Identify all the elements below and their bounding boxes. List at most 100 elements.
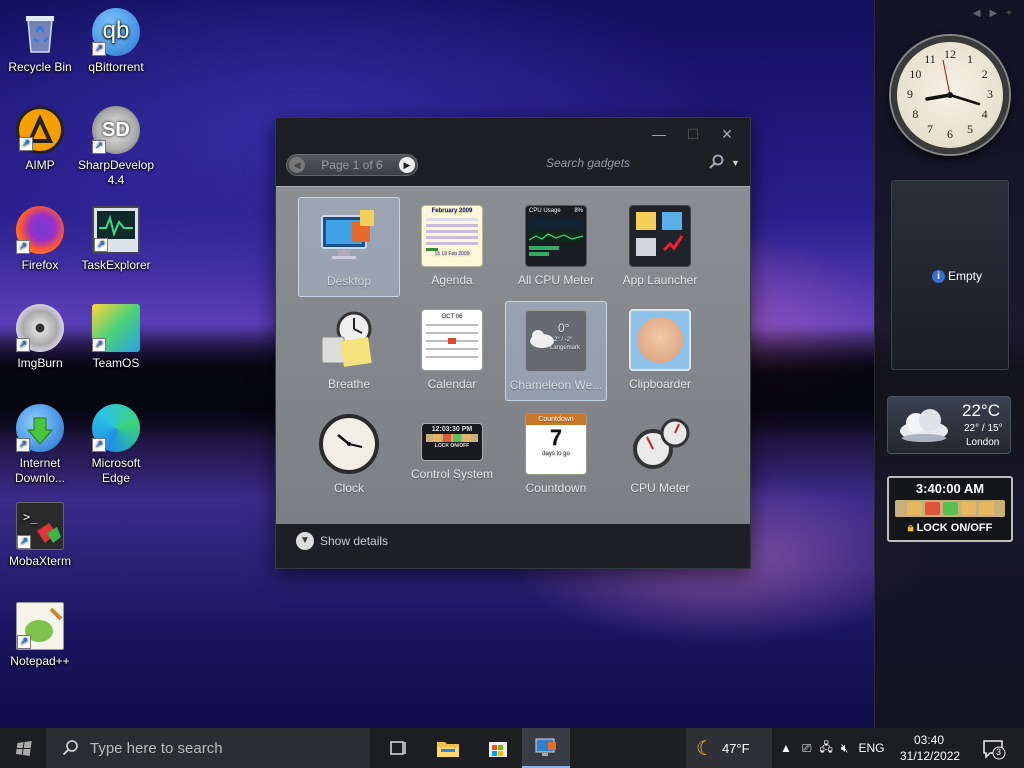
gadget-control-system[interactable]: 12:03:30 PM LOCK ON/OFF Control System (401, 405, 503, 505)
notification-center-button[interactable]: 3 (982, 738, 1006, 765)
gadget-gallery-window: — ☐ ✕ ◀ Page 1 of 6 ▶ Search gadgets ▼ D… (275, 117, 751, 569)
network-icon[interactable]: 🖧︎ (820, 738, 833, 759)
taskexplorer-icon: ↗ (92, 206, 140, 254)
gadget-calendar[interactable]: OCT 06 Calendar (401, 301, 503, 401)
countdown-sub: days to go (542, 451, 570, 457)
gadget-label: Agenda (431, 273, 473, 287)
desktop-icon-label: Notepad++ (10, 654, 70, 668)
gadget-search-input[interactable]: Search gadgets (546, 156, 630, 170)
app-launcher-gadget-icon (629, 205, 691, 267)
lock-button[interactable] (978, 502, 994, 515)
gadget-clock[interactable]: Clock (298, 405, 400, 505)
calendar-gadget-icon: OCT 06 (421, 309, 483, 371)
gadget-label: All CPU Meter (517, 273, 594, 287)
previous-page-button[interactable]: ◀ (289, 157, 305, 173)
desktop-icon-teamos[interactable]: ↗ TeamOS (76, 304, 156, 371)
key-button[interactable] (960, 502, 976, 515)
desktop-icon-imgburn[interactable]: ↗ ImgBurn (0, 304, 80, 371)
gadget-cpu-meter[interactable]: CPU Meter (609, 405, 711, 505)
lock-toggle[interactable]: 🔒︎ LOCK ON/OFF (889, 522, 1011, 535)
breathe-gadget-icon (318, 309, 380, 371)
restart-button[interactable] (942, 502, 958, 515)
taskbar-search-box[interactable]: Type here to search (46, 728, 370, 768)
countdown-days: 7 (549, 425, 563, 450)
sidebar-prev-icon[interactable]: ◀ (973, 8, 981, 19)
lock-label: LOCK ON/OFF (916, 522, 993, 534)
file-explorer-taskbar-button[interactable] (424, 728, 472, 768)
volume-muted-icon[interactable]: 🔇︎ (841, 741, 849, 756)
desktop-icon-sharpdevelop[interactable]: SD ↗ SharpDevelop 4.4 (76, 106, 156, 188)
desktop-icon-internet-download-manager[interactable]: ↗ Internet Downlo... (0, 404, 80, 486)
logoff-button[interactable] (906, 502, 922, 515)
desktop-icon-label: Microsoft Edge (91, 456, 141, 485)
agenda-gadget-icon: February 2009 15 19 Feb 2009 (421, 205, 483, 267)
desktop-icon-taskexplorer[interactable]: ↗ TaskExplorer (76, 206, 156, 273)
power-buttons (895, 500, 1005, 517)
search-options-dropdown[interactable]: ▼ (731, 158, 740, 168)
info-icon: i (932, 269, 945, 283)
meet-now-icon[interactable]: ⎚ (802, 741, 812, 756)
close-button[interactable]: ✕ (720, 126, 734, 143)
gadget-label: Breathe (327, 377, 371, 391)
gadget-countdown[interactable]: Countdown 7 days to go Countdown (505, 405, 607, 505)
shutdown-button[interactable] (924, 502, 940, 515)
gadget-clipboarder[interactable]: Clipboarder (609, 301, 711, 401)
next-page-button[interactable]: ▶ (399, 157, 415, 173)
desktop-icon-notepad-plus-plus[interactable]: ↗ Notepad++ (0, 602, 80, 669)
shortcut-arrow-icon: ↗ (16, 240, 30, 254)
taskbar-time: 03:40 (913, 733, 945, 747)
cloudy-weather-icon (900, 409, 948, 442)
weather-gadget[interactable]: 22°C 22° / 15° London (887, 396, 1011, 454)
minimize-button[interactable]: — (652, 126, 666, 143)
search-icon[interactable] (708, 154, 724, 173)
gadgets-taskbar-button[interactable] (522, 728, 570, 768)
lock-icon: 🔒︎ (907, 522, 914, 534)
desktop-icon-aimp[interactable]: ↗ AIMP (0, 106, 80, 173)
idm-icon: ↗ (16, 404, 64, 452)
countdown-title: Countdown (526, 414, 586, 425)
sidebar-add-icon[interactable]: + (1006, 8, 1012, 19)
store-taskbar-button[interactable] (474, 728, 522, 768)
gadget-all-cpu-meter[interactable]: CPU Usage 8% All CPU Meter (505, 197, 607, 297)
desktop-icon-firefox[interactable]: ↗ Firefox (0, 206, 80, 273)
clock-gadget-icon (318, 413, 380, 475)
show-hidden-icons-chevron-up-icon[interactable]: ▲ (780, 741, 792, 755)
desktop-icon-qbittorrent[interactable]: qb ↗ qBittorrent (76, 8, 156, 75)
desktop-icon-label: ImgBurn (17, 356, 63, 370)
task-view-button[interactable] (374, 728, 422, 768)
desktop-gadget-icon (318, 206, 380, 268)
page-label: Page 1 of 6 (321, 158, 383, 172)
chevron-down-icon: ▼ (296, 532, 314, 550)
show-details-toggle[interactable]: ▼ Show details (296, 532, 388, 550)
desktop-icon-microsoft-edge[interactable]: ↗ Microsoft Edge (76, 404, 156, 486)
lock-control-gadget[interactable]: 3:40:00 AM 🔒︎ LOCK ON/OFF (887, 476, 1013, 542)
shortcut-arrow-icon: ↗ (92, 338, 106, 352)
desktop-icon-mobaxterm[interactable]: >_ ↗ MobaXterm (0, 502, 80, 569)
desktop-icon-recycle-bin[interactable]: Recycle Bin (0, 8, 80, 75)
maximize-button[interactable]: ☐ (686, 126, 700, 143)
sidebar-next-icon[interactable]: ▶ (989, 8, 997, 19)
sharpdevelop-icon: SD ↗ (92, 106, 140, 154)
gadget-desktop[interactable]: Desktop (298, 197, 400, 297)
qbittorrent-icon: qb ↗ (92, 8, 140, 56)
gadget-app-launcher[interactable]: App Launcher (609, 197, 711, 297)
gadget-label: Clipboarder (628, 377, 692, 391)
taskbar: Type here to search ☾ 47°F ▲ ⎚ 🖧︎ 🔇︎ ENG… (0, 728, 1024, 768)
windows-logo-icon (15, 741, 32, 756)
desktop-icon-label: MobaXterm (8, 554, 72, 568)
all-cpu-meter-gadget-icon: CPU Usage 8% (525, 205, 587, 267)
tray-weather-button[interactable]: ☾ 47°F (686, 728, 772, 768)
gadget-label: Desktop (326, 274, 372, 288)
language-indicator[interactable]: ENG (858, 741, 884, 755)
recycle-bin-icon (16, 8, 64, 56)
gadget-agenda[interactable]: February 2009 15 19 Feb 2009 Agenda (401, 197, 503, 297)
folder-icon (437, 742, 459, 757)
taskbar-search-placeholder: Type here to search (90, 739, 223, 757)
chameleon-weather-gadget-icon: 0° 2° / -2° Langemark (525, 310, 587, 372)
gadget-chameleon-weather[interactable]: 0° 2° / -2° Langemark Chameleon We... (505, 301, 607, 401)
taskbar-clock[interactable]: 03:40 31/12/2022 (900, 732, 960, 764)
gadget-breathe[interactable]: Breathe (298, 301, 400, 401)
start-button[interactable] (0, 728, 46, 768)
clock-gadget[interactable]: 12 1 2 3 4 5 6 7 8 9 10 11 (891, 36, 1009, 154)
system-tray: ☾ 47°F ▲ ⎚ 🖧︎ 🔇︎ ENG (686, 728, 884, 768)
